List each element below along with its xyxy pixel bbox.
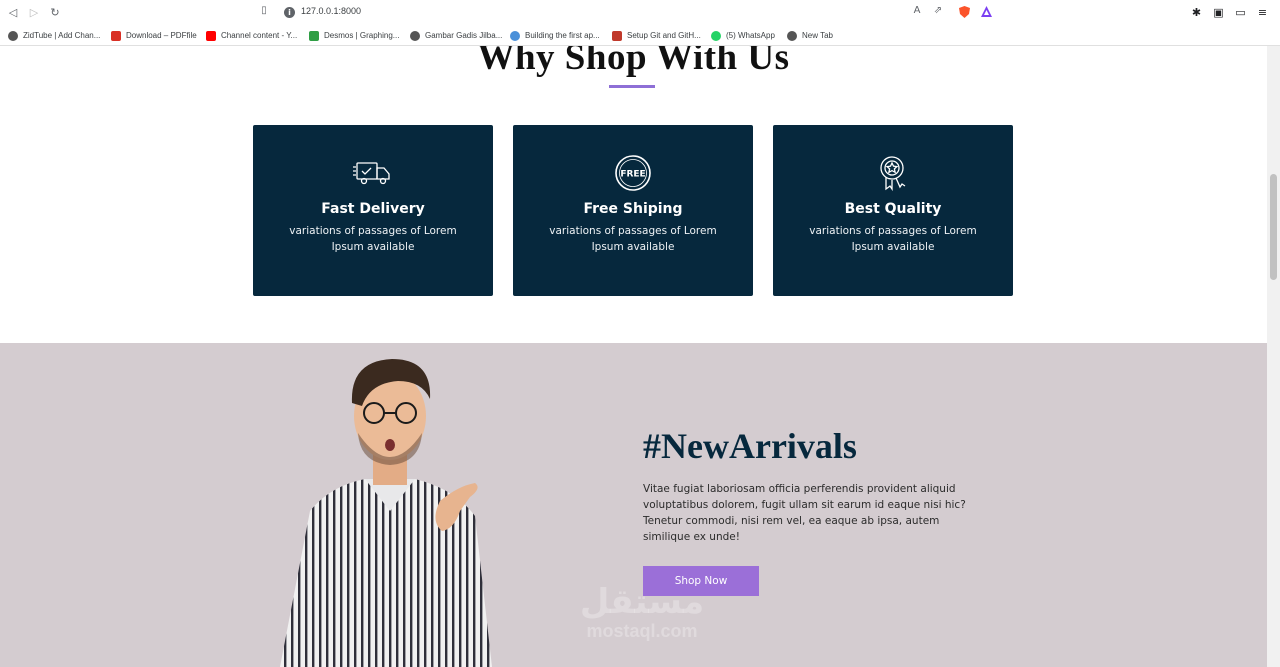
page-scrollbar[interactable] (1267, 46, 1280, 667)
whatsapp-icon (711, 30, 721, 41)
bookmark-item[interactable]: (5) WhatsApp (711, 29, 775, 42)
card-description: variations of passages of Lorem Ipsum av… (289, 225, 457, 253)
brave-rewards-icon[interactable] (980, 5, 993, 18)
sidebar-icon[interactable]: ▣ (1212, 6, 1225, 19)
bookmark-item[interactable]: Gambar Gadis Jilba... (410, 29, 502, 42)
watermark: مستقل mostaql.com (562, 583, 722, 641)
extensions-icon[interactable]: ✱ (1190, 6, 1203, 19)
bookmark-item[interactable]: Desmos | Graphing... (309, 29, 399, 42)
card-title: Fast Delivery (321, 201, 425, 217)
bookmark-label: Desmos | Graphing... (324, 31, 400, 40)
reload-icon[interactable]: ↻ (48, 5, 62, 19)
bookmark-label: New Tab (802, 31, 833, 40)
card-description: variations of passages of Lorem Ipsum av… (809, 225, 977, 253)
bookmark-item[interactable]: Download – PDFfile (111, 29, 197, 42)
bookmark-item[interactable]: Building the first ap... (510, 29, 600, 42)
new-arrivals-description: Vitae fugiat laboriosam officia perferen… (643, 483, 966, 543)
bookmark-item[interactable]: Setup Git and GitH... (612, 29, 701, 42)
wallet-icon[interactable]: ▭ (1234, 6, 1247, 19)
globe-icon (410, 30, 420, 41)
award-ribbon-icon (880, 156, 906, 192)
brave-shield-icon[interactable] (958, 5, 971, 18)
address-bar[interactable]: i 127.0.0.1:8000 (278, 3, 998, 22)
new-arrivals-section: #NewArrivals Vitae fugiat laboriosam off… (0, 343, 1267, 667)
bookmark-label: Building the first ap... (525, 31, 600, 40)
watermark-latin: mostaql.com (586, 621, 698, 641)
edge-icon (510, 30, 520, 41)
new-arrivals-title: #NewArrivals (643, 426, 857, 466)
desmos-icon (309, 30, 319, 41)
card-title: Free Shiping (583, 201, 683, 217)
page-viewport: Why Shop With Us Fast Delivery variation… (0, 46, 1267, 667)
bookmark-icon[interactable]: ▯ (257, 5, 271, 17)
free-badge-icon: FREE (615, 155, 651, 191)
feature-card-best-quality: Best Quality variations of passages of L… (773, 125, 1013, 296)
site-info-icon[interactable]: i (284, 7, 295, 18)
bookmark-label: Setup Git and GitH... (627, 31, 701, 40)
truck-icon (353, 162, 390, 185)
man-pointing-image (280, 359, 492, 667)
bookmark-item[interactable]: Channel content - Y... (206, 29, 297, 42)
why-shop-title: Why Shop With Us (477, 46, 790, 78)
bookmark-label: ZidTube | Add Chan... (23, 31, 101, 40)
pdf-icon (111, 30, 121, 41)
bookmark-label: Download – PDFfile (126, 31, 197, 40)
bookmark-label: Gambar Gadis Jilba... (425, 31, 503, 40)
feature-card-free-shipping: FREE Free Shiping variations of passages… (513, 125, 753, 296)
back-icon[interactable]: ◁ (6, 5, 20, 19)
feature-card-fast-delivery: Fast Delivery variations of passages of … (253, 125, 493, 296)
bookmarks-bar: ZidTube | Add Chan... Download – PDFfile… (0, 25, 1280, 46)
bookmark-label: (5) WhatsApp (726, 31, 775, 40)
bookmark-item[interactable]: ZidTube | Add Chan... (8, 29, 100, 42)
angular-icon (612, 30, 622, 41)
watermark-arabic: مستقل (579, 582, 705, 622)
card-title: Best Quality (844, 201, 942, 217)
translate-icon[interactable]: A (910, 5, 924, 17)
title-underline (609, 85, 655, 88)
scrollbar-thumb[interactable] (1270, 174, 1277, 280)
card-description: variations of passages of Lorem Ipsum av… (549, 225, 717, 253)
browser-toolbar: ◁ ▷ ↻ ▯ i 127.0.0.1:8000 A ⇗ ✱ ▣ ▭ ≡ (0, 0, 1280, 25)
forward-icon[interactable]: ▷ (27, 5, 41, 19)
bookmark-item[interactable]: New Tab (787, 29, 833, 42)
youtube-icon (206, 30, 216, 41)
svg-text:FREE: FREE (620, 170, 645, 180)
menu-icon[interactable]: ≡ (1256, 6, 1269, 19)
url-text: 127.0.0.1:8000 (301, 6, 362, 16)
bookmark-label: Channel content - Y... (221, 31, 298, 40)
share-icon[interactable]: ⇗ (931, 5, 945, 17)
globe-icon (8, 30, 18, 41)
globe-icon (787, 30, 797, 41)
